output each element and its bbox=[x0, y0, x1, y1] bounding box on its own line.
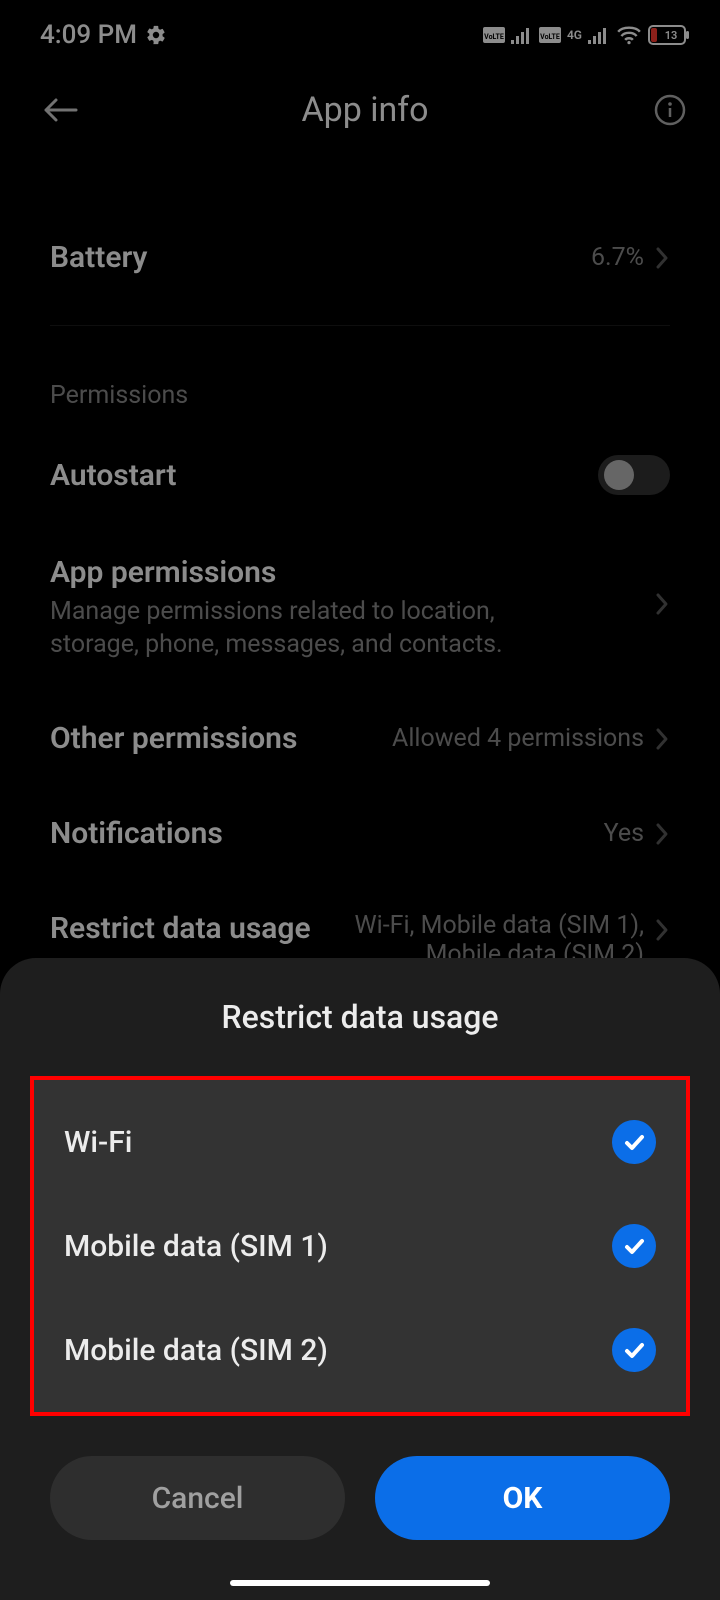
cancel-button[interactable]: Cancel bbox=[50, 1456, 345, 1540]
ok-button-label: OK bbox=[503, 1481, 543, 1516]
checkmark-icon[interactable] bbox=[612, 1224, 656, 1268]
option-sim1[interactable]: Mobile data (SIM 1) bbox=[44, 1194, 676, 1298]
restrict-data-sheet: Restrict data usage Wi-Fi Mobile data (S… bbox=[0, 958, 720, 1600]
option-wifi[interactable]: Wi-Fi bbox=[44, 1090, 676, 1194]
annotation-highlight: Wi-Fi Mobile data (SIM 1) Mobile data (S… bbox=[30, 1076, 690, 1416]
cancel-button-label: Cancel bbox=[152, 1481, 244, 1516]
ok-button[interactable]: OK bbox=[375, 1456, 670, 1540]
sheet-title: Restrict data usage bbox=[0, 998, 720, 1036]
option-sim2[interactable]: Mobile data (SIM 2) bbox=[44, 1298, 676, 1402]
option-label: Mobile data (SIM 1) bbox=[64, 1229, 328, 1264]
option-label: Mobile data (SIM 2) bbox=[64, 1333, 328, 1368]
option-label: Wi-Fi bbox=[64, 1125, 132, 1160]
nav-home-indicator[interactable] bbox=[230, 1580, 490, 1586]
checkmark-icon[interactable] bbox=[612, 1120, 656, 1164]
checkmark-icon[interactable] bbox=[612, 1328, 656, 1372]
